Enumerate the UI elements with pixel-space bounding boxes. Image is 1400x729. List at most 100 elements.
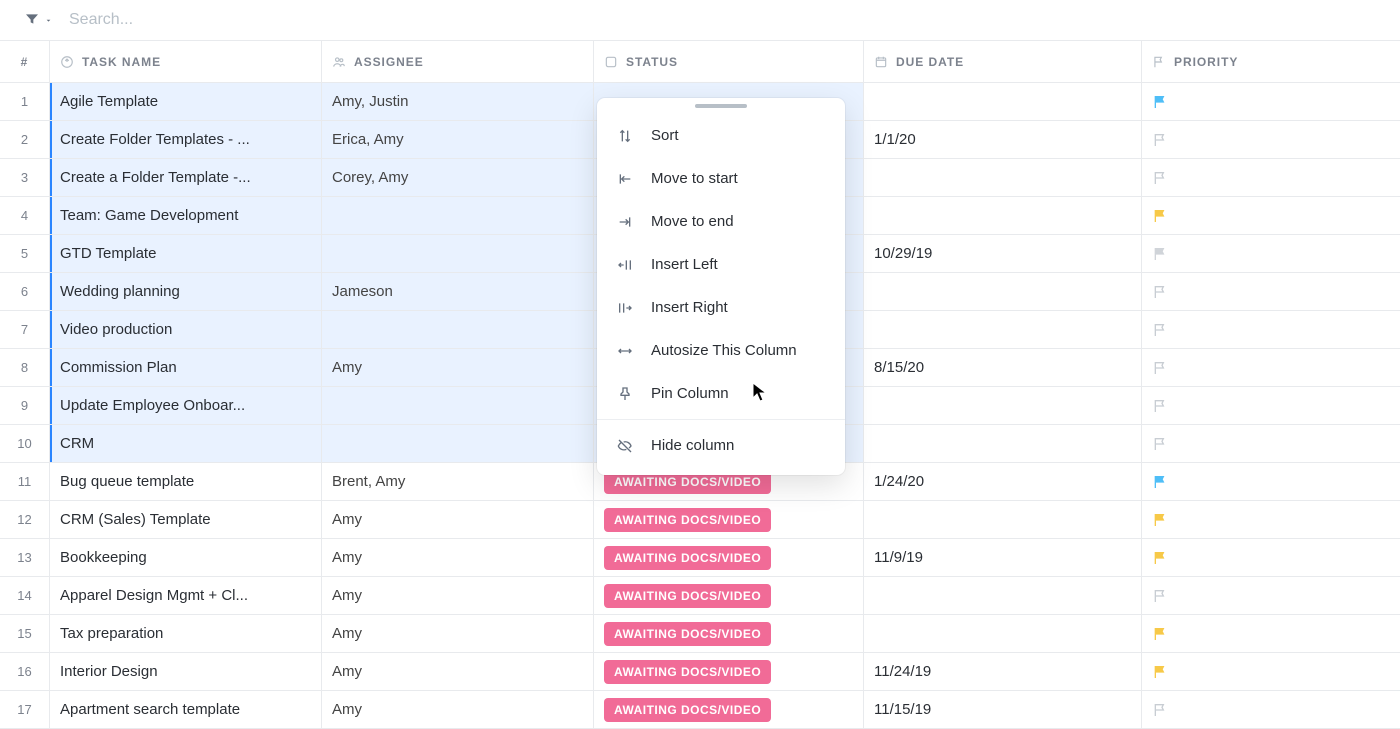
priority-cell[interactable] [1142,653,1400,690]
due-date-cell[interactable]: 11/15/19 [864,691,1142,728]
priority-cell[interactable] [1142,235,1400,272]
assignee-cell[interactable]: Amy [322,615,594,652]
task-name-cell[interactable]: GTD Template [50,235,322,272]
column-header-task[interactable]: TASK NAME [50,41,322,82]
priority-cell[interactable] [1142,501,1400,538]
menu-item-move-end[interactable]: Move to end [597,200,845,243]
status-cell[interactable]: AWAITING DOCS/VIDEO [594,653,864,690]
priority-cell[interactable] [1142,159,1400,196]
due-date-cell[interactable] [864,501,1142,538]
assignee-cell[interactable] [322,235,594,272]
menu-item-pin[interactable]: Pin Column [597,372,845,415]
assignee-cell[interactable] [322,387,594,424]
due-date-cell[interactable] [864,273,1142,310]
column-header-assignee[interactable]: ASSIGNEE [322,41,594,82]
assignee-cell[interactable]: Amy [322,501,594,538]
priority-cell[interactable] [1142,349,1400,386]
task-name-cell[interactable]: Bug queue template [50,463,322,500]
assignee-cell[interactable]: Amy [322,691,594,728]
priority-cell[interactable] [1142,425,1400,462]
menu-item-sort[interactable]: Sort [597,114,845,157]
task-name-cell[interactable]: Agile Template [50,83,322,120]
priority-cell[interactable] [1142,83,1400,120]
due-date-cell[interactable] [864,159,1142,196]
drag-handle[interactable] [695,104,747,108]
status-cell[interactable]: AWAITING DOCS/VIDEO [594,615,864,652]
assignee-cell[interactable]: Jameson [322,273,594,310]
due-date-cell[interactable] [864,425,1142,462]
due-date-cell[interactable] [864,83,1142,120]
assignee-cell[interactable]: Amy [322,653,594,690]
search-input[interactable] [61,7,261,33]
task-name-cell[interactable]: Update Employee Onboar... [50,387,322,424]
due-date-cell[interactable]: 10/29/19 [864,235,1142,272]
menu-item-hide[interactable]: Hide column [597,424,845,467]
status-badge[interactable]: AWAITING DOCS/VIDEO [604,546,771,570]
assignee-cell[interactable]: Erica, Amy [322,121,594,158]
due-date-cell[interactable] [864,387,1142,424]
status-badge[interactable]: AWAITING DOCS/VIDEO [604,660,771,684]
priority-cell[interactable] [1142,311,1400,348]
assignee-cell[interactable]: Brent, Amy [322,463,594,500]
due-date-cell[interactable] [864,615,1142,652]
status-badge[interactable]: AWAITING DOCS/VIDEO [604,584,771,608]
assignee-cell[interactable]: Amy, Justin [322,83,594,120]
status-cell[interactable]: AWAITING DOCS/VIDEO [594,691,864,728]
task-name-cell[interactable]: Wedding planning [50,273,322,310]
due-date-cell[interactable]: 11/9/19 [864,539,1142,576]
task-name-cell[interactable]: Apparel Design Mgmt + Cl... [50,577,322,614]
assignee-cell[interactable] [322,197,594,234]
table-row[interactable]: 14 Apparel Design Mgmt + Cl... Amy AWAIT… [0,577,1400,615]
status-badge[interactable]: AWAITING DOCS/VIDEO [604,698,771,722]
due-date-cell[interactable]: 1/24/20 [864,463,1142,500]
table-row[interactable]: 17 Apartment search template Amy AWAITIN… [0,691,1400,729]
status-cell[interactable]: AWAITING DOCS/VIDEO [594,577,864,614]
priority-cell[interactable] [1142,273,1400,310]
task-name-cell[interactable]: Apartment search template [50,691,322,728]
status-cell[interactable]: AWAITING DOCS/VIDEO [594,501,864,538]
table-row[interactable]: 13 Bookkeeping Amy AWAITING DOCS/VIDEO 1… [0,539,1400,577]
status-badge[interactable]: AWAITING DOCS/VIDEO [604,622,771,646]
assignee-cell[interactable]: Amy [322,539,594,576]
column-header-priority[interactable]: PRIORITY [1142,41,1400,82]
priority-cell[interactable] [1142,577,1400,614]
filter-button[interactable] [24,11,53,30]
priority-cell[interactable] [1142,121,1400,158]
menu-item-insert-left[interactable]: Insert Left [597,243,845,286]
priority-cell[interactable] [1142,463,1400,500]
table-row[interactable]: 15 Tax preparation Amy AWAITING DOCS/VID… [0,615,1400,653]
task-name-cell[interactable]: Create Folder Templates - ... [50,121,322,158]
task-name-cell[interactable]: Interior Design [50,653,322,690]
column-header-status[interactable]: STATUS [594,41,864,82]
task-name-cell[interactable]: CRM [50,425,322,462]
task-name-cell[interactable]: CRM (Sales) Template [50,501,322,538]
column-header-number[interactable]: # [0,41,50,82]
assignee-cell[interactable]: Corey, Amy [322,159,594,196]
menu-item-move-start[interactable]: Move to start [597,157,845,200]
task-name-cell[interactable]: Team: Game Development [50,197,322,234]
task-name-cell[interactable]: Bookkeeping [50,539,322,576]
priority-cell[interactable] [1142,387,1400,424]
due-date-cell[interactable] [864,577,1142,614]
due-date-cell[interactable] [864,197,1142,234]
priority-cell[interactable] [1142,691,1400,728]
assignee-cell[interactable] [322,425,594,462]
menu-item-autosize[interactable]: Autosize This Column [597,329,845,372]
assignee-cell[interactable]: Amy [322,349,594,386]
menu-item-insert-right[interactable]: Insert Right [597,286,845,329]
column-header-due[interactable]: DUE DATE [864,41,1142,82]
status-cell[interactable]: AWAITING DOCS/VIDEO [594,539,864,576]
assignee-cell[interactable]: Amy [322,577,594,614]
task-name-cell[interactable]: Tax preparation [50,615,322,652]
task-name-cell[interactable]: Commission Plan [50,349,322,386]
due-date-cell[interactable]: 1/1/20 [864,121,1142,158]
status-badge[interactable]: AWAITING DOCS/VIDEO [604,508,771,532]
assignee-cell[interactable] [322,311,594,348]
priority-cell[interactable] [1142,615,1400,652]
table-row[interactable]: 12 CRM (Sales) Template Amy AWAITING DOC… [0,501,1400,539]
due-date-cell[interactable]: 11/24/19 [864,653,1142,690]
task-name-cell[interactable]: Create a Folder Template -... [50,159,322,196]
due-date-cell[interactable] [864,311,1142,348]
task-name-cell[interactable]: Video production [50,311,322,348]
priority-cell[interactable] [1142,539,1400,576]
